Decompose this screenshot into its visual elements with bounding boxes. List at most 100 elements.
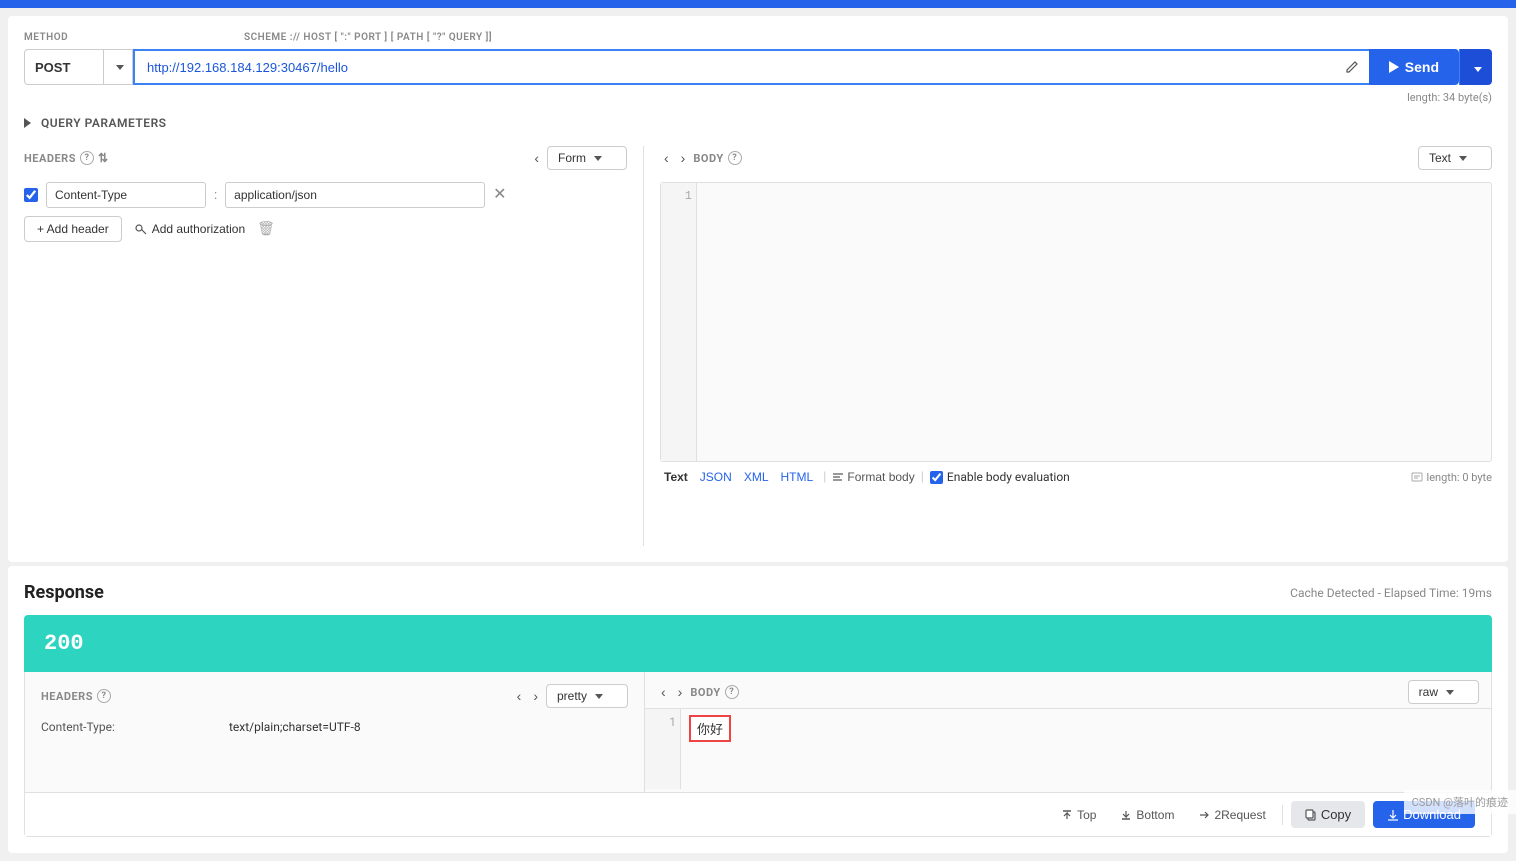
send-dropdown-button[interactable] xyxy=(1459,49,1492,85)
bottom-icon xyxy=(1120,809,1132,821)
add-auth-label: Add authorization xyxy=(152,222,245,236)
chevron-right-icon xyxy=(24,118,31,128)
send-icon xyxy=(1389,61,1399,73)
body-panel-title-row: ‹ › BODY ? Text xyxy=(660,146,1492,170)
body-panel: ‹ › BODY ? Text 1 xyxy=(644,146,1492,546)
method-select-wrap: POST GET PUT DELETE PATCH xyxy=(24,49,133,85)
header-value-input[interactable] xyxy=(225,182,485,208)
resp-headers-title-row: HEADERS ? ‹ › pretty xyxy=(41,684,628,708)
trash-icon[interactable]: 🗑 xyxy=(257,221,275,237)
copy-button[interactable]: Copy xyxy=(1291,801,1365,828)
text-chevron-icon xyxy=(1459,156,1467,161)
text-label: Text xyxy=(1429,151,1451,165)
resp-body-info-icon[interactable]: ? xyxy=(725,685,739,699)
body-right-arrow-button[interactable]: › xyxy=(677,148,690,168)
resp-body-highlighted: 你好 xyxy=(689,715,731,742)
request-section: METHOD SCHEME :// HOST [ ":" PORT ] [ PA… xyxy=(8,16,1508,562)
header-key-input[interactable] xyxy=(46,182,206,208)
header-close-button[interactable]: ✕ xyxy=(493,187,506,203)
resp-header-val-content-type: text/plain;charset=UTF-8 xyxy=(229,720,361,734)
header-checkbox[interactable] xyxy=(24,188,38,202)
format-body-label: Format body xyxy=(847,470,914,484)
body-type-json-button[interactable]: JSON xyxy=(696,468,736,486)
raw-label: raw xyxy=(1419,685,1438,699)
method-select[interactable]: POST GET PUT DELETE PATCH xyxy=(24,49,104,85)
url-input[interactable] xyxy=(133,49,1335,85)
body-length-value: length: 0 byte xyxy=(1427,471,1492,484)
to-request-label: 2Request xyxy=(1214,808,1265,822)
resp-headers-info-icon[interactable]: ? xyxy=(97,689,111,703)
resp-headers-right-arrow-button[interactable]: › xyxy=(529,686,542,706)
form-select-button[interactable]: Form xyxy=(547,146,627,170)
enable-eval-checkbox[interactable] xyxy=(930,471,943,484)
raw-select-button[interactable]: raw xyxy=(1408,680,1479,704)
response-hb-row: HEADERS ? ‹ › pretty xyxy=(25,672,1491,792)
body-info-icon[interactable]: ? xyxy=(728,151,742,165)
chevron-down-icon xyxy=(116,65,124,70)
body-type-html-button[interactable]: HTML xyxy=(777,468,818,486)
body-type-text-button[interactable]: Text xyxy=(660,468,692,486)
query-params-label: QUERY PARAMETERS xyxy=(41,116,167,130)
resp-line-numbers: 1 xyxy=(645,709,681,789)
resp-body-left-arrow-button[interactable]: ‹ xyxy=(657,682,670,702)
body-toolbar-separator2: | xyxy=(921,470,924,485)
method-dropdown-button[interactable] xyxy=(104,49,133,85)
top-button[interactable]: Top xyxy=(1053,804,1104,826)
response-title: Response xyxy=(24,582,104,603)
body-length-info: length: 0 byte xyxy=(1411,471,1492,484)
resp-bottom-toolbar: Top Bottom 2Request xyxy=(25,792,1491,836)
enable-eval-label: Enable body evaluation xyxy=(947,470,1070,484)
text-select-button[interactable]: Text xyxy=(1418,146,1492,170)
add-header-button[interactable]: + Add header xyxy=(24,216,122,242)
query-params-row[interactable]: QUERY PARAMETERS xyxy=(24,112,1492,134)
body-textarea[interactable] xyxy=(697,183,1491,461)
headers-label: HEADERS ? ⇅ xyxy=(24,151,109,165)
main-container: METHOD SCHEME :// HOST [ ":" PORT ] [ PA… xyxy=(0,0,1516,853)
headers-sort-icon[interactable]: ⇅ xyxy=(98,151,109,165)
resp-header-key-content-type: Content-Type: xyxy=(41,720,221,734)
resp-headers-label: HEADERS ? xyxy=(41,689,111,703)
download-icon xyxy=(1387,809,1399,821)
status-code: 200 xyxy=(44,631,84,656)
response-body-panel: ‹ › BODY ? raw xyxy=(645,672,1491,792)
line-numbers: 1 xyxy=(661,183,697,461)
resp-header-item-content-type: Content-Type: text/plain;charset=UTF-8 xyxy=(41,716,628,738)
headers-info-icon[interactable]: ? xyxy=(80,151,94,165)
response-section: Response Cache Detected - Elapsed Time: … xyxy=(8,566,1508,853)
body-type-xml-button[interactable]: XML xyxy=(740,468,773,486)
line-number-1: 1 xyxy=(665,189,692,203)
headers-left-arrow-button[interactable]: ‹ xyxy=(530,148,543,168)
top-bar xyxy=(0,0,1516,8)
labels-row: METHOD SCHEME :// HOST [ ":" PORT ] [ PA… xyxy=(24,32,1492,45)
format-body-button[interactable]: Format body xyxy=(832,470,914,484)
body-label: BODY ? xyxy=(693,151,741,165)
body-left-arrow-button[interactable]: ‹ xyxy=(660,148,673,168)
elapsed-time: Cache Detected - Elapsed Time: 19ms xyxy=(1290,586,1492,600)
to-request-icon xyxy=(1198,809,1210,821)
url-input-wrap xyxy=(133,49,1369,85)
add-header-label: + Add header xyxy=(37,222,109,236)
body-toolbar-separator: | xyxy=(823,470,826,485)
top-icon xyxy=(1061,809,1073,821)
send-button[interactable]: Send xyxy=(1369,49,1459,85)
response-title-row: Response Cache Detected - Elapsed Time: … xyxy=(24,582,1492,603)
headers-body-row: HEADERS ? ⇅ ‹ Form xyxy=(24,146,1492,546)
form-chevron-icon xyxy=(594,156,602,161)
response-headers-panel: HEADERS ? ‹ › pretty xyxy=(25,672,645,792)
form-label: Form xyxy=(558,151,586,165)
pretty-select-button[interactable]: pretty xyxy=(546,684,628,708)
url-edit-button[interactable] xyxy=(1335,49,1369,85)
header-separator: : xyxy=(214,188,217,203)
method-label: METHOD xyxy=(24,32,244,45)
header-actions-row: + Add header Add authorization 🗑 xyxy=(24,216,627,242)
to-request-button[interactable]: 2Request xyxy=(1190,804,1273,826)
resp-body-right-arrow-button[interactable]: › xyxy=(674,682,687,702)
body-toolbar: Text JSON XML HTML | Format body | xyxy=(660,468,1492,486)
bottom-button[interactable]: Bottom xyxy=(1112,804,1182,826)
resp-headers-left-arrow-button[interactable]: ‹ xyxy=(513,686,526,706)
send-chevron-icon xyxy=(1474,67,1482,72)
add-authorization-button[interactable]: Add authorization xyxy=(134,222,245,236)
resp-body-label: BODY ? xyxy=(690,685,738,699)
copy-icon xyxy=(1305,809,1317,821)
response-bottom-area: HEADERS ? ‹ › pretty xyxy=(24,672,1492,837)
